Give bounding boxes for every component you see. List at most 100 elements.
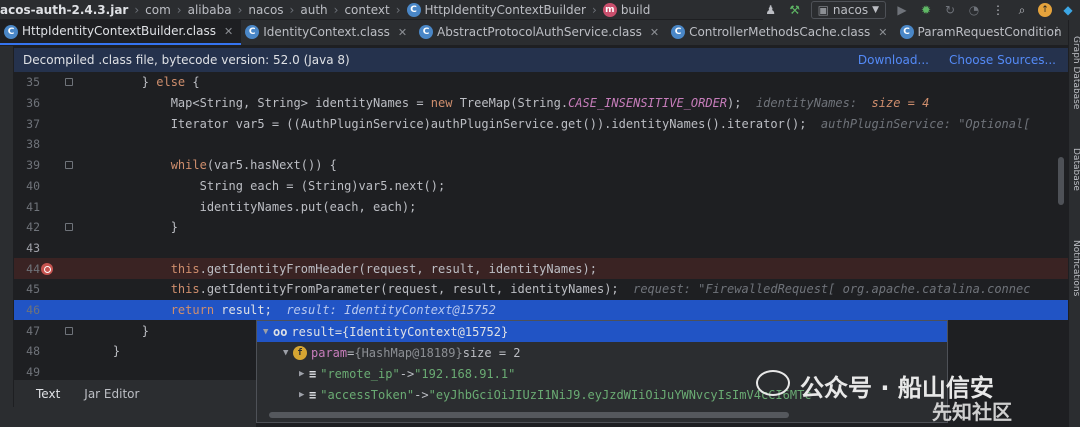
fold-toggle-icon[interactable] <box>65 223 73 232</box>
code-token: identityNames: <box>755 96 872 111</box>
chevron-right-icon: › <box>237 2 243 17</box>
expanded-arrow-icon[interactable]: ▼ <box>283 348 293 358</box>
vcs-user-icon[interactable]: ♟ <box>763 2 779 18</box>
build-hammer-icon[interactable]: ⚒ <box>787 2 803 18</box>
fold-toggle-icon[interactable] <box>65 78 73 87</box>
line-number[interactable]: 35 <box>14 75 40 89</box>
code-text: Map<String, String> identityNames = new … <box>84 96 930 111</box>
code-line[interactable]: 39 while(var5.hasNext()) { <box>14 155 1068 176</box>
breadcrumb-nacos[interactable]: nacos <box>248 3 283 17</box>
breakpoint-icon[interactable] <box>41 262 53 275</box>
line-number[interactable]: 36 <box>14 96 40 110</box>
code-text: } <box>84 220 178 234</box>
tab-abstract-protocol-auth-service[interactable]: C AbstractProtocolAuthService.class ✕ <box>415 20 667 45</box>
line-number[interactable]: 44 <box>14 262 40 276</box>
breadcrumb-com[interactable]: com <box>145 3 171 17</box>
choose-sources-link[interactable]: Choose Sources... <box>949 53 1056 67</box>
tab-http-identity-context-builder[interactable]: C HttpIdentityContextBuilder.class ✕ <box>0 20 242 45</box>
class-icon: C <box>419 25 434 39</box>
more-actions-icon[interactable]: ⋮ <box>990 2 1006 18</box>
coverage-icon[interactable]: ↻ <box>942 2 958 18</box>
line-number[interactable]: 48 <box>14 344 40 358</box>
line-number[interactable]: 38 <box>14 137 40 151</box>
breadcrumb-class[interactable]: HttpIdentityContextBuilder <box>425 3 587 17</box>
code-line[interactable]: 43 <box>14 238 1068 259</box>
line-number[interactable]: 46 <box>14 303 40 317</box>
tab-identity-context[interactable]: C IdentityContext.class ✕ <box>241 20 415 45</box>
breadcrumb-jar[interactable]: acos-auth-2.4.3.jar <box>0 3 128 17</box>
code-token: result: IdentityContext@15752 <box>286 303 496 318</box>
download-sources-link[interactable]: Download... <box>858 53 929 67</box>
code-line[interactable]: 41 identityNames.put(each, each); <box>14 196 1068 217</box>
code-token: result; <box>214 303 287 318</box>
editor-tabs: C HttpIdentityContextBuilder.class ✕ C I… <box>0 20 1068 46</box>
code-token: (var5.hasNext()) { <box>206 158 337 173</box>
collapsed-arrow-icon[interactable]: ▶ <box>299 390 309 400</box>
close-icon[interactable]: ✕ <box>878 26 887 39</box>
run-icon[interactable]: ▶ <box>894 2 910 18</box>
close-icon[interactable]: ✕ <box>224 25 233 38</box>
tab-controller-methods-cache[interactable]: C ControllerMethodsCache.class ✕ <box>667 20 895 45</box>
code-line[interactable]: 36 Map<String, String> identityNames = n… <box>14 93 1068 114</box>
bottom-editor-tabs: Text Jar Editor <box>14 380 256 407</box>
breadcrumb-auth[interactable]: auth <box>300 3 327 17</box>
graph-database-tool[interactable]: Graph Database <box>1069 36 1080 109</box>
fold-toggle-icon[interactable] <box>65 326 73 335</box>
code-token: String each = (String)var5.next(); <box>199 178 446 193</box>
line-number[interactable]: 45 <box>14 282 40 296</box>
line-number[interactable]: 42 <box>14 220 40 234</box>
line-number[interactable]: 43 <box>14 241 40 255</box>
breadcrumb-context[interactable]: context <box>344 3 389 17</box>
code-line[interactable]: 44 this.getIdentityFromHeader(request, r… <box>14 258 1068 279</box>
right-tool-strip: Graph Database Database Notifications <box>1068 20 1080 427</box>
breadcrumb-method[interactable]: build <box>621 3 651 17</box>
run-configuration-select[interactable]: ▣ nacos ▼ <box>810 1 886 19</box>
code-line[interactable]: 37 Iterator var5 = ((AuthPluginService)a… <box>14 113 1068 134</box>
tab-jar-editor[interactable]: Jar Editor <box>84 387 139 401</box>
close-icon[interactable]: ✕ <box>650 26 659 39</box>
tab-text[interactable]: Text <box>36 387 60 401</box>
profile-icon[interactable]: ◔ <box>966 2 982 18</box>
database-tool[interactable]: Database <box>1069 148 1080 191</box>
code-line[interactable]: 45 this.getIdentityFromParameter(request… <box>14 279 1068 300</box>
class-icon: C <box>899 25 914 39</box>
jetbrains-ai-icon[interactable]: ◆ <box>1060 2 1076 18</box>
watermark-site: 先知社区 <box>932 400 1012 424</box>
notifications-tool[interactable]: Notifications <box>1069 240 1080 296</box>
tab-param-request-condition[interactable]: C ParamRequestCondition ✕ <box>896 20 1068 45</box>
line-number[interactable]: 41 <box>14 200 40 214</box>
code-token: authPluginService: "Optional[ <box>820 116 1031 131</box>
search-icon[interactable]: ⌕ <box>1014 2 1030 18</box>
debug-icon[interactable]: ✹ <box>918 2 934 18</box>
line-number[interactable]: 40 <box>14 179 40 193</box>
code-line[interactable]: 46 return result; result: IdentityContex… <box>14 299 1068 321</box>
code-text: this.getIdentityFromParameter(request, r… <box>84 282 1031 296</box>
chevron-down-icon: ▼ <box>872 5 879 15</box>
tree-node-param[interactable]: ▼ f param = {HashMap@18189} size = 2 <box>257 342 947 363</box>
code-line[interactable]: 35 } else { <box>14 72 1068 93</box>
editor-scrollbar[interactable] <box>1058 157 1064 205</box>
close-icon[interactable]: ✕ <box>398 26 407 39</box>
code-line[interactable]: 38 <box>14 134 1068 155</box>
code-line[interactable]: 42 } <box>14 217 1068 238</box>
fold-toggle-icon[interactable] <box>65 161 73 170</box>
entry-arrow: -> <box>414 387 429 402</box>
update-icon[interactable]: ↑ <box>1038 3 1052 17</box>
code-token: } <box>112 344 121 359</box>
tree-node-result[interactable]: ▼ oo result = {IdentityContext@15752} <box>257 321 947 342</box>
breadcrumb-alibaba[interactable]: alibaba <box>188 3 232 17</box>
tab-list-icon[interactable]: ⋮ <box>1052 26 1062 37</box>
popup-horizontal-scrollbar[interactable] <box>269 412 789 418</box>
line-number[interactable]: 37 <box>14 117 40 131</box>
entry-value: "eyJhbGciOiJIUzI1NiJ9.eyJzdWIiOiJuYWNvcy… <box>428 387 812 402</box>
line-number[interactable]: 47 <box>14 324 40 338</box>
code-line[interactable]: 40 String each = (String)var5.next(); <box>14 176 1068 197</box>
collapsed-arrow-icon[interactable]: ▶ <box>299 369 309 379</box>
expanded-arrow-icon[interactable]: ▼ <box>263 327 273 337</box>
code-token: .getIdentityFromHeader(request, result, … <box>199 261 597 276</box>
line-number[interactable]: 39 <box>14 158 40 172</box>
code-token: } <box>141 323 150 338</box>
line-number[interactable]: 49 <box>14 365 40 378</box>
